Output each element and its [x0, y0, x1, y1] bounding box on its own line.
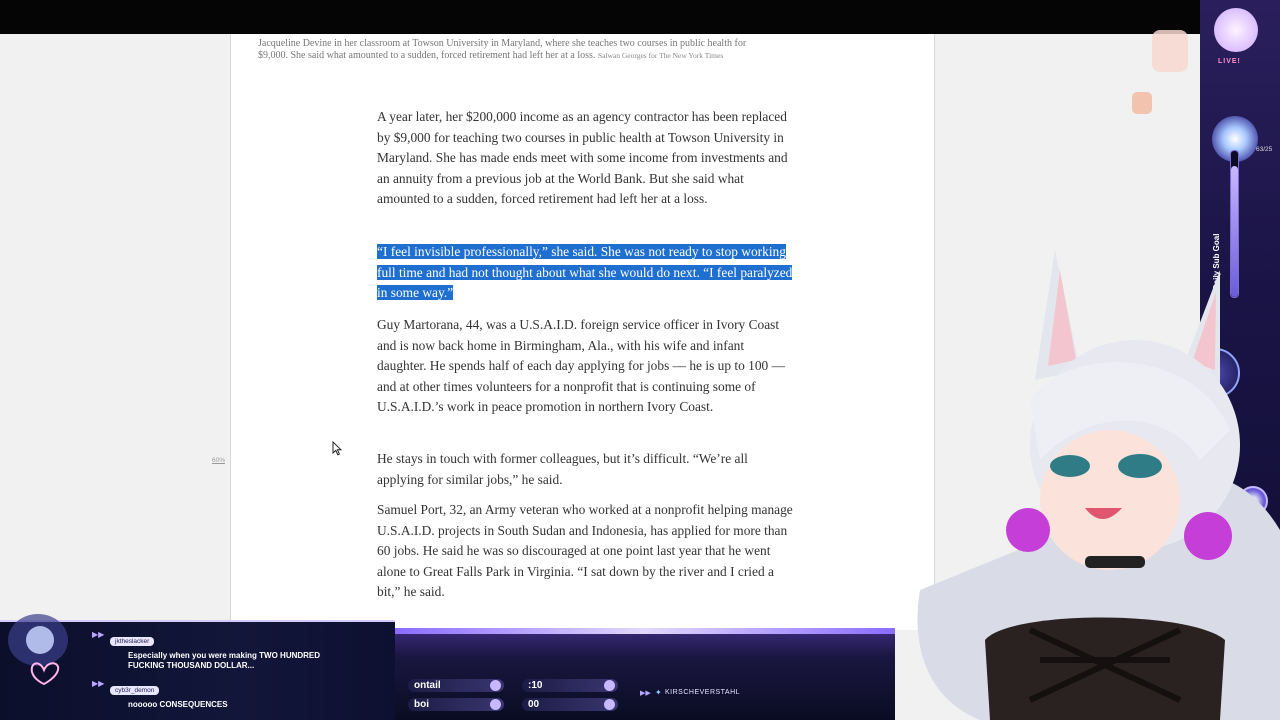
star-emblem-icon	[1214, 8, 1258, 52]
status-pill-4: 00	[522, 698, 618, 711]
lantern-icon	[1152, 30, 1188, 72]
sub-goal-count: 63/25	[1256, 146, 1273, 153]
chat-message: ▶▶ cyb3r_demon nooooo CONSEQUENCES	[92, 679, 228, 710]
play-arrow-icon: ▶▶	[92, 630, 105, 639]
article-paragraph-4: He stays in touch with former colleagues…	[377, 451, 748, 487]
gem-icon	[490, 699, 501, 710]
status-pill-1-text: ontail	[414, 680, 441, 691]
top-black-bar	[0, 0, 1280, 34]
heart-icon	[490, 680, 501, 691]
status-pill-2-text: boi	[414, 699, 429, 710]
live-badge: LIVE!	[1218, 58, 1241, 65]
stream-screen: Jacqueline Devine in her classroom at To…	[0, 0, 1280, 720]
status-pill-4-text: 00	[528, 699, 540, 710]
vtuber-avatar	[917, 250, 1280, 720]
rocket-icon	[604, 680, 615, 691]
article-paragraph-1: A year later, her $200,000 income as an …	[377, 109, 788, 207]
status-pill-2: boi	[408, 698, 504, 711]
chat-text: Especially when you were making TWO HUND…	[128, 651, 321, 670]
article-paragraph-5: Samuel Port, 32, an Army veteran who wor…	[377, 502, 793, 600]
selected-text[interactable]: “I feel invisible professionally,” she s…	[377, 244, 793, 301]
chat-text: nooooo CONSEQUENCES	[128, 700, 228, 709]
cat-emblem-icon	[8, 614, 68, 686]
twitter-handle: KIRSCHEVERSTAHL	[665, 689, 741, 696]
article-page: Jacqueline Devine in her classroom at To…	[230, 34, 935, 630]
status-bar-glow	[395, 628, 895, 634]
status-pill-1: ontail	[408, 679, 504, 692]
diamond-icon	[604, 699, 615, 710]
chat-username: jktheslacker	[110, 637, 155, 646]
twitter-bird-icon: ✦	[655, 688, 662, 697]
mouse-cursor-icon	[332, 441, 342, 456]
status-pill-3: :10	[522, 679, 618, 692]
lantern-small-icon	[1132, 92, 1152, 114]
chat-message: ▶▶ jktheslacker Especially when you were…	[92, 630, 328, 671]
caption-credit: Salwan Georges for The New York Times	[597, 51, 724, 60]
zoom-level-label[interactable]: 60%	[212, 457, 225, 464]
play-arrow-icon: ▶▶	[92, 679, 105, 688]
article-paragraph-3: Guy Martorana, 44, was a U.S.A.I.D. fore…	[377, 317, 785, 415]
article-paragraph-2-selected[interactable]: “I feel invisible professionally,” she s…	[377, 242, 795, 304]
photo-caption: Jacqueline Devine in her classroom at To…	[258, 38, 758, 62]
status-pill-3-text: :10	[528, 680, 543, 691]
chat-username: cyb3r_demon	[110, 686, 160, 695]
play-arrow-icon: ▶▶	[640, 690, 651, 697]
